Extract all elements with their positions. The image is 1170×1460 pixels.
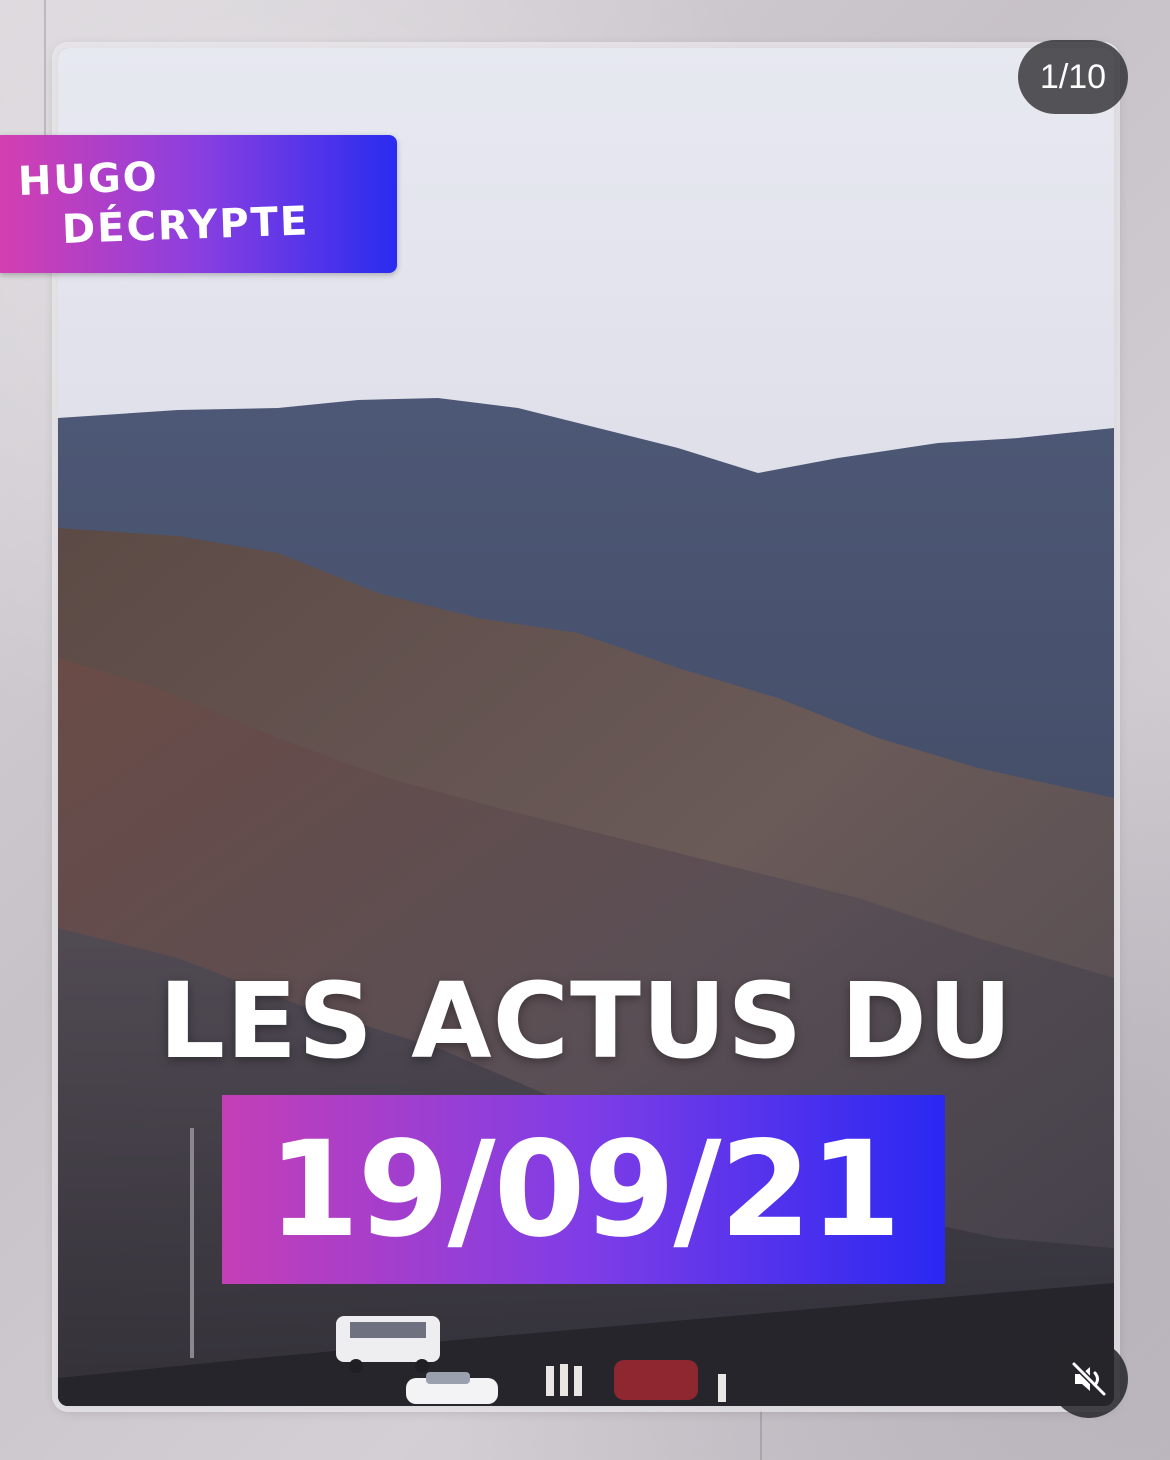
brand-line-1: HUGO [17, 154, 160, 205]
story-page: 1/10 HUGO DÉCRYPTE LES ACTUS DU 19/09/21 [0, 0, 1170, 1460]
brand-badge: HUGO DÉCRYPTE [0, 135, 397, 273]
brand-line-2: DÉCRYPTE [61, 198, 311, 253]
headline: LES ACTUS DU [158, 960, 1014, 1082]
speaker-muted-icon [1071, 1361, 1107, 1397]
date-banner: 19/09/21 [222, 1095, 945, 1284]
story-counter: 1/10 [1018, 40, 1128, 114]
mute-button[interactable] [1050, 1340, 1128, 1418]
date-text: 19/09/21 [267, 1112, 901, 1267]
story-counter-label: 1/10 [1039, 57, 1107, 96]
paper-crease [760, 1410, 762, 1460]
vehicle-red [614, 1360, 698, 1400]
